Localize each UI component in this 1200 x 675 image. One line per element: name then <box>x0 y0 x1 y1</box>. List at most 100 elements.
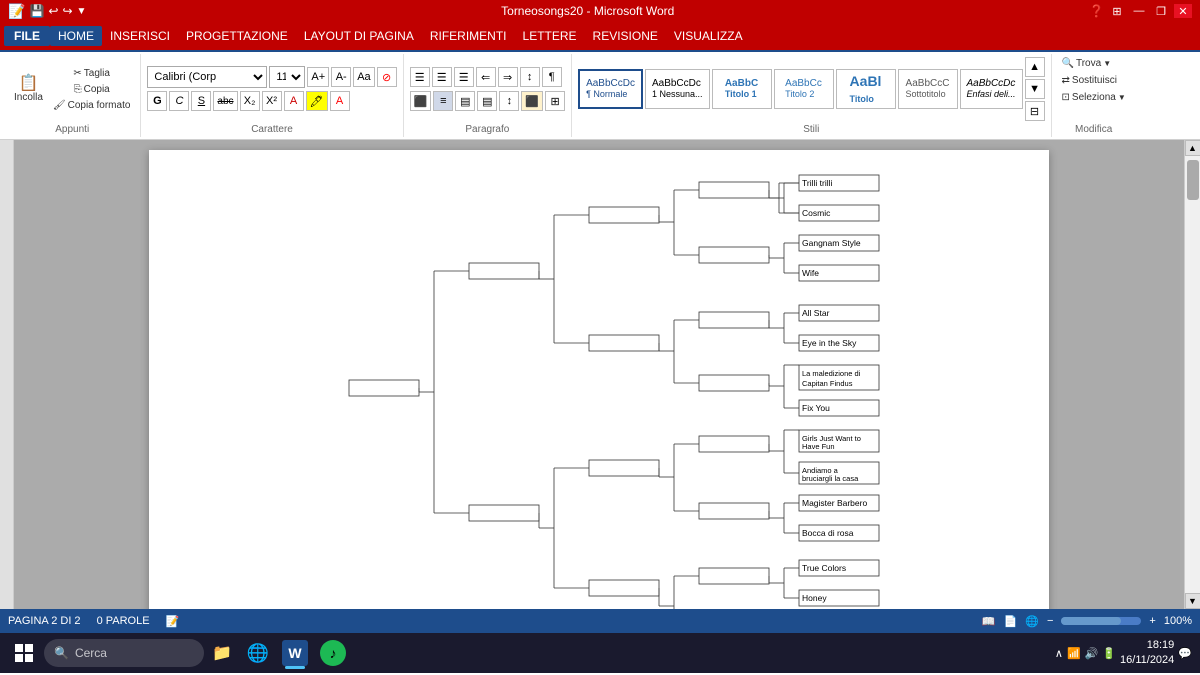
shading-button[interactable]: ⬛ <box>521 91 543 111</box>
restore-button[interactable]: ❐ <box>1152 4 1170 18</box>
select-button[interactable]: ⊡ Seleziona ▼ <box>1058 90 1130 105</box>
start-button[interactable] <box>4 635 44 671</box>
read-mode-icon[interactable]: 📖 <box>982 615 996 628</box>
lettere-menu[interactable]: LETTERE <box>515 26 585 46</box>
vertical-scrollbar[interactable]: ▲ ▼ <box>1184 140 1200 609</box>
inserisci-menu[interactable]: INSERISCI <box>102 26 178 46</box>
layout-menu[interactable]: LAYOUT DI PAGINA <box>296 26 422 46</box>
select-dropdown[interactable]: ▼ <box>1118 93 1126 102</box>
highlight-button[interactable]: 🖊 <box>306 91 328 111</box>
cut-button[interactable]: ✂ Taglia <box>49 66 135 81</box>
battery-icon[interactable]: 🔋 <box>1102 647 1116 660</box>
styles-container: AaBbCcDc¶ Normale AaBbCcDc1 Nessuna... A… <box>578 67 1022 111</box>
riferimenti-menu[interactable]: RIFERIMENTI <box>422 26 515 46</box>
align-center-button[interactable]: ≡ <box>433 91 453 111</box>
style-subtitle[interactable]: AaBbCcCSottotitolo <box>898 69 958 109</box>
replace-button[interactable]: ⇄ Sostituisci <box>1058 73 1121 88</box>
progettazione-menu[interactable]: PROGETTAZIONE <box>178 26 296 46</box>
file-menu[interactable]: FILE <box>4 26 50 46</box>
taskbar-word[interactable]: W <box>276 635 314 671</box>
paragraph-marks-button[interactable]: ¶ <box>542 67 562 87</box>
style-emphasis[interactable]: AaBbCcDcEnfasi deli... <box>960 69 1023 109</box>
revisione-menu[interactable]: REVISIONE <box>585 26 666 46</box>
style-heading2[interactable]: AaBbCcTitolo 2 <box>774 69 834 109</box>
time-display[interactable]: 18:19 16/11/2024 <box>1120 638 1174 669</box>
modify-label: Modifica <box>1075 122 1112 135</box>
font-color-button[interactable]: A <box>284 91 304 111</box>
style-heading1[interactable]: AaBbCTitolo 1 <box>712 69 772 109</box>
decrease-font-button[interactable]: A- <box>331 67 351 87</box>
paste-button[interactable]: 📋 Incolla <box>10 74 47 105</box>
font-label: Carattere <box>251 122 293 135</box>
italic-button[interactable]: C <box>169 91 189 111</box>
zoom-level: 100% <box>1164 615 1192 627</box>
justify-button[interactable]: ▤ <box>477 91 497 111</box>
system-tray-chevron[interactable]: ∧ <box>1055 647 1063 660</box>
format-painter-button[interactable]: 🖌 Copia formato <box>49 98 135 113</box>
quick-more[interactable]: ▼ <box>77 6 87 17</box>
taskbar-spotify[interactable]: ♪ <box>314 635 352 671</box>
styles-down-button[interactable]: ▼ <box>1025 79 1045 99</box>
notification-icon[interactable]: 💬 <box>1178 647 1192 660</box>
volume-icon[interactable]: 🔊 <box>1085 647 1099 660</box>
font-row1: Calibri (Corp 11 A+ A- Aa ⊘ <box>147 66 396 88</box>
document-area: Trilli trilli Cosmic Gangnam Style Wife … <box>0 140 1200 609</box>
borders-button[interactable]: ⊞ <box>545 91 565 111</box>
align-left-button[interactable]: ⬛ <box>410 91 432 111</box>
style-title[interactable]: AaBlTitolo <box>836 69 896 109</box>
clear-format-button[interactable]: ⊘ <box>377 67 397 87</box>
styles-expand-button[interactable]: ⊟ <box>1025 101 1045 121</box>
zoom-slider[interactable] <box>1061 617 1141 625</box>
strikethrough-button[interactable]: abc <box>213 91 237 111</box>
file-explorer-icon: 📁 <box>210 641 234 665</box>
styles-up-button[interactable]: ▲ <box>1025 57 1045 77</box>
find-button[interactable]: 🔍 Trova ▼ <box>1058 56 1116 71</box>
increase-font-button[interactable]: A+ <box>307 67 329 87</box>
scroll-down-button[interactable]: ▼ <box>1185 593 1200 609</box>
decrease-indent-button[interactable]: ⇐ <box>476 67 496 87</box>
close-button[interactable]: ✕ <box>1174 4 1192 18</box>
font-size-select[interactable]: 11 <box>269 66 305 88</box>
zoom-out-button[interactable]: − <box>1047 615 1053 627</box>
style-no-spacing[interactable]: AaBbCcDc1 Nessuna... <box>645 69 710 109</box>
language-icon: 📝 <box>166 615 180 628</box>
taskbar-chrome[interactable]: 🌐 <box>240 635 276 671</box>
numbered-list-button[interactable]: ☰ <box>432 67 452 87</box>
help-icon[interactable]: ❓ <box>1089 4 1104 18</box>
underline-button[interactable]: S <box>191 91 211 111</box>
superscript-button[interactable]: X² <box>262 91 282 111</box>
change-case-button[interactable]: Aa <box>353 67 374 87</box>
scroll-up-button[interactable]: ▲ <box>1185 140 1200 156</box>
taskbar-search[interactable]: 🔍 Cerca <box>44 639 204 667</box>
bold-button[interactable]: G <box>147 91 167 111</box>
line-spacing-button[interactable]: ↕ <box>499 91 519 111</box>
find-dropdown[interactable]: ▼ <box>1103 59 1111 68</box>
text-color-button[interactable]: A <box>330 91 350 111</box>
style-normal[interactable]: AaBbCcDc¶ Normale <box>578 69 643 109</box>
quick-undo[interactable]: ↩ <box>48 4 58 18</box>
minimize-button[interactable]: — <box>1130 4 1148 18</box>
svg-text:True Colors: True Colors <box>802 563 846 573</box>
increase-indent-button[interactable]: ⇒ <box>498 67 518 87</box>
sort-button[interactable]: ↕ <box>520 67 540 87</box>
home-menu[interactable]: HOME <box>50 26 102 46</box>
subscript-button[interactable]: X₂ <box>240 91 260 111</box>
copy-button[interactable]: ⎘ Copia <box>49 82 135 97</box>
print-layout-icon[interactable]: 📄 <box>1004 615 1018 628</box>
web-layout-icon[interactable]: 🌐 <box>1025 615 1039 628</box>
ribbon-toggle-button[interactable]: ⊞ <box>1108 4 1126 18</box>
quick-redo[interactable]: ↪ <box>62 4 72 18</box>
quick-save[interactable]: 💾 <box>29 4 44 18</box>
visualizza-menu[interactable]: VISUALIZZA <box>666 26 751 46</box>
align-right-button[interactable]: ▤ <box>455 91 475 111</box>
bullets-button[interactable]: ☰ <box>410 67 430 87</box>
taskbar-file-explorer[interactable]: 📁 <box>204 635 240 671</box>
multilevel-list-button[interactable]: ☰ <box>454 67 474 87</box>
document-scroll[interactable]: Trilli trilli Cosmic Gangnam Style Wife … <box>14 140 1184 609</box>
font-name-select[interactable]: Calibri (Corp <box>147 66 267 88</box>
clock-date: 16/11/2024 <box>1120 653 1174 668</box>
zoom-in-button[interactable]: + <box>1149 615 1155 627</box>
scroll-thumb[interactable] <box>1187 160 1199 200</box>
svg-text:bruciargli la casa: bruciargli la casa <box>802 474 859 483</box>
network-icon[interactable]: 📶 <box>1067 647 1081 660</box>
